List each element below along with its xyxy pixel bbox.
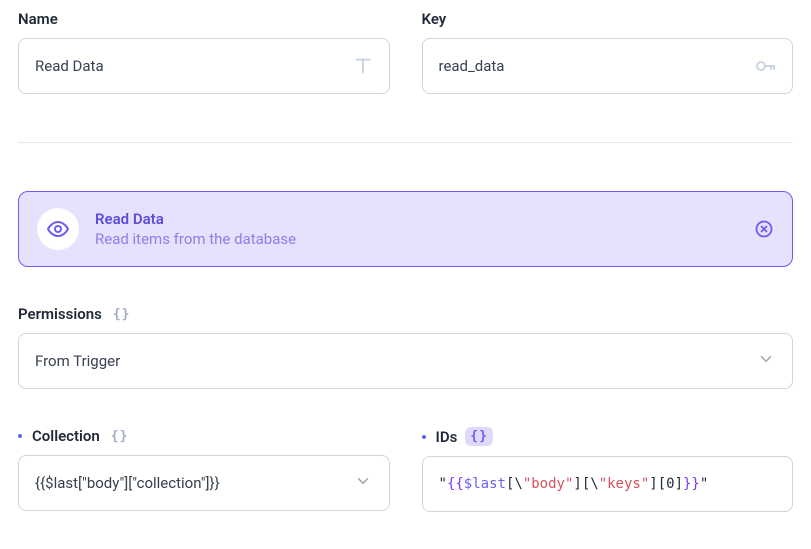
operation-title: Read Data — [95, 210, 738, 228]
collection-select[interactable] — [18, 455, 390, 511]
operation-card[interactable]: Read Data Read items from the database — [18, 191, 793, 267]
text-icon — [352, 55, 374, 77]
braces-icon[interactable]: {} — [465, 427, 493, 446]
required-dot — [18, 434, 22, 438]
ids-input[interactable]: "{{$last[\"body"][\"keys"][0]}}" — [422, 456, 794, 512]
close-icon[interactable] — [754, 219, 774, 239]
eye-icon — [37, 208, 79, 250]
key-input[interactable] — [422, 38, 794, 94]
required-dot — [422, 435, 426, 439]
braces-icon[interactable]: {} — [108, 428, 132, 445]
key-label: Key — [422, 10, 794, 28]
operation-description: Read items from the database — [95, 230, 738, 248]
braces-icon[interactable]: {} — [110, 306, 134, 323]
ids-label: IDs — [436, 428, 458, 446]
key-icon — [753, 54, 777, 78]
name-label: Name — [18, 10, 390, 28]
name-input[interactable] — [18, 38, 390, 94]
permissions-select[interactable] — [18, 333, 793, 389]
divider — [18, 142, 793, 143]
collection-label: Collection — [32, 427, 100, 445]
permissions-label: Permissions — [18, 305, 102, 323]
